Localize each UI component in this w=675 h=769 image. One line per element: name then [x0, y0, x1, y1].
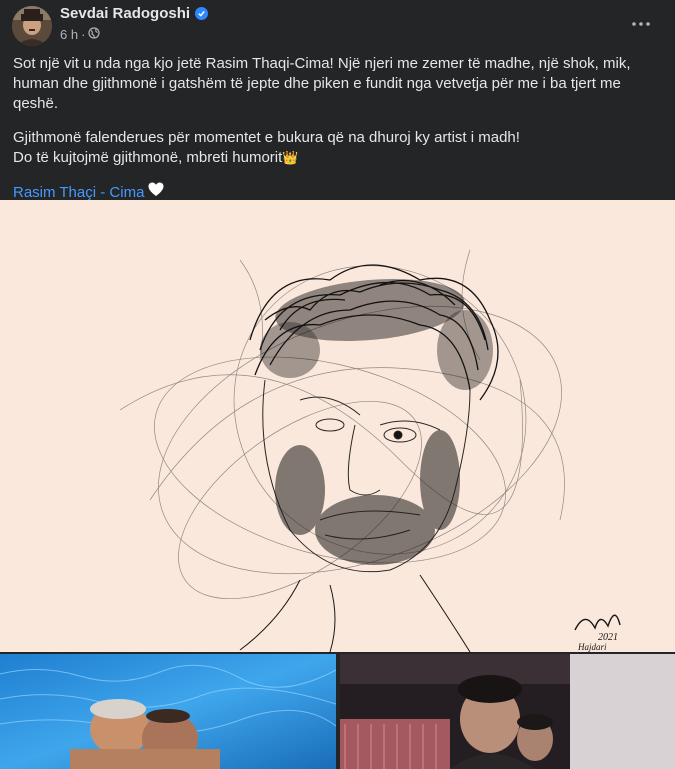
- author-name-text[interactable]: Sevdai Radogoshi: [60, 5, 190, 22]
- post-meta: 6 h ·: [60, 27, 101, 42]
- avatar-image: [12, 6, 52, 46]
- post-line-2: Gjithmonë falenderues për momentet e buk…: [13, 129, 520, 146]
- verified-badge-icon: [195, 7, 209, 20]
- signature-name: Hajdari: [577, 642, 607, 652]
- vintage-photo-image: [340, 654, 675, 769]
- post-photo-pool[interactable]: [0, 654, 336, 769]
- post-paragraph-2: Gjithmonë falenderues për momentet e buk…: [13, 128, 653, 168]
- crown-icon: 👑: [282, 150, 299, 165]
- pool-photo-image: [0, 654, 336, 769]
- author-name[interactable]: Sevdai Radogoshi: [60, 5, 209, 22]
- avatar[interactable]: [12, 6, 52, 46]
- globe-icon: [88, 27, 101, 42]
- post-time[interactable]: 6 h: [60, 27, 78, 42]
- sketch-portrait-image: 2021 Hajdari: [0, 200, 675, 652]
- more-options-icon[interactable]: [625, 10, 657, 38]
- post-header: Sevdai Radogoshi 6 h ·: [0, 0, 675, 50]
- post-photo-sketch[interactable]: 2021 Hajdari: [0, 200, 675, 652]
- post-photo-vintage[interactable]: [340, 654, 675, 769]
- post-paragraph-1: Sot një vit u nda nga kjo jetë Rasim Tha…: [13, 55, 631, 112]
- post-line-3: Do të kujtojmë gjithmonë, mbreti humorit: [13, 149, 283, 166]
- post-body: Sot një vit u nda nga kjo jetë Rasim Tha…: [13, 54, 653, 208]
- meta-separator: ·: [81, 27, 86, 42]
